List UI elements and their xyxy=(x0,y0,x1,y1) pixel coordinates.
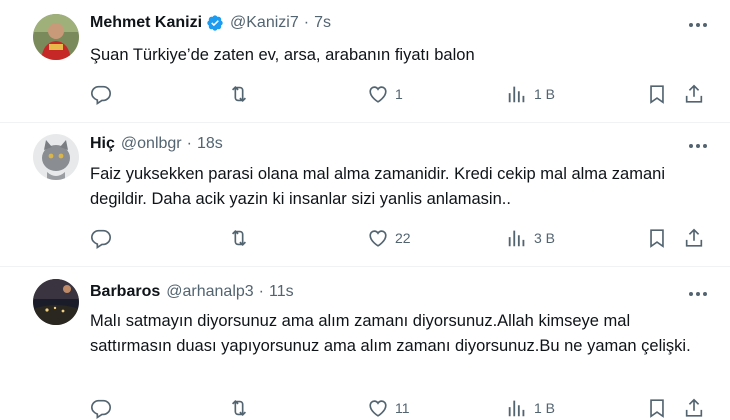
bookmark-button[interactable] xyxy=(646,226,668,250)
timestamp[interactable]: 7s xyxy=(314,14,331,32)
bookmark-icon xyxy=(650,229,664,248)
tweet-text: Malı satmayın diyorsunuz ama alım zamanı… xyxy=(90,312,691,355)
share-button[interactable] xyxy=(683,226,705,250)
timestamp[interactable]: 18s xyxy=(197,135,223,153)
avatar[interactable] xyxy=(33,134,79,180)
retweet-button[interactable] xyxy=(228,396,250,420)
share-button[interactable] xyxy=(683,82,705,106)
retweet-icon xyxy=(231,229,247,247)
bookmark-icon xyxy=(650,399,664,418)
verified-badge-icon xyxy=(207,15,223,31)
tweet-text: Şuan Türkiye’de zaten ev, arsa, arabanın… xyxy=(90,46,475,64)
reply-button[interactable] xyxy=(90,82,112,106)
view-count: 1 B xyxy=(534,400,556,416)
author-handle[interactable]: @onlbgr xyxy=(121,135,182,153)
tweet-1[interactable]: Mehmet Kanizi @Kanizi7 · 7s Şuan Türkiye… xyxy=(0,0,730,123)
bookmark-button[interactable] xyxy=(646,82,668,106)
author-handle[interactable]: @Kanizi7 xyxy=(230,14,299,32)
reply-icon xyxy=(91,229,111,249)
views-icon xyxy=(508,230,525,247)
like-icon xyxy=(369,400,387,417)
avatar[interactable] xyxy=(33,279,79,325)
view-count: 3 B xyxy=(534,230,556,246)
views-button[interactable]: 3 B xyxy=(506,226,555,250)
like-count: 11 xyxy=(395,400,410,416)
like-button[interactable]: 22 xyxy=(367,226,411,250)
avatar[interactable] xyxy=(33,14,79,60)
views-icon xyxy=(508,400,525,417)
retweet-button[interactable] xyxy=(228,226,250,250)
tweet-3[interactable]: Barbaros @arhanalp3 · 11s Malı satmayın … xyxy=(0,266,730,420)
retweet-button[interactable] xyxy=(228,82,250,106)
tweet-text: Faiz yuksekken parasi olana mal alma zam… xyxy=(90,165,665,208)
more-icon[interactable] xyxy=(686,285,710,303)
retweet-icon xyxy=(231,85,247,103)
bookmark-icon xyxy=(650,85,664,104)
author-name[interactable]: Barbaros xyxy=(90,283,160,301)
bookmark-button[interactable] xyxy=(646,396,668,420)
views-icon xyxy=(508,86,525,103)
more-icon[interactable] xyxy=(686,137,710,155)
views-button[interactable]: 1 B xyxy=(506,82,555,106)
like-button[interactable]: 11 xyxy=(367,396,410,420)
action-bar: 11 1 B xyxy=(90,396,710,420)
like-count: 1 xyxy=(395,86,403,102)
retweet-icon xyxy=(231,399,247,417)
more-icon[interactable] xyxy=(686,16,710,34)
share-icon xyxy=(685,84,703,103)
like-icon xyxy=(369,86,387,103)
timestamp[interactable]: 11s xyxy=(269,283,294,301)
action-bar: 1 1 B xyxy=(90,82,710,106)
reply-button[interactable] xyxy=(90,226,112,250)
views-button[interactable]: 1 B xyxy=(506,396,555,420)
like-icon xyxy=(369,230,387,247)
separator-dot: · xyxy=(258,283,264,300)
separator-dot: · xyxy=(303,14,310,31)
reply-icon xyxy=(91,399,111,419)
author-name[interactable]: Hiç xyxy=(90,135,115,153)
tweet-2[interactable]: Hiç @onlbgr · 18s Faiz yuksekken parasi … xyxy=(0,122,730,267)
share-icon xyxy=(685,228,703,247)
share-icon xyxy=(685,398,703,417)
like-button[interactable]: 1 xyxy=(367,82,403,106)
reply-button[interactable] xyxy=(90,396,112,420)
reply-icon xyxy=(91,85,111,105)
share-button[interactable] xyxy=(683,396,705,420)
view-count: 1 B xyxy=(534,86,556,102)
action-bar: 22 3 B xyxy=(90,226,710,250)
separator-dot: · xyxy=(186,135,192,152)
like-count: 22 xyxy=(395,230,411,246)
author-name[interactable]: Mehmet Kanizi xyxy=(90,14,202,32)
author-handle[interactable]: @arhanalp3 xyxy=(166,283,253,301)
